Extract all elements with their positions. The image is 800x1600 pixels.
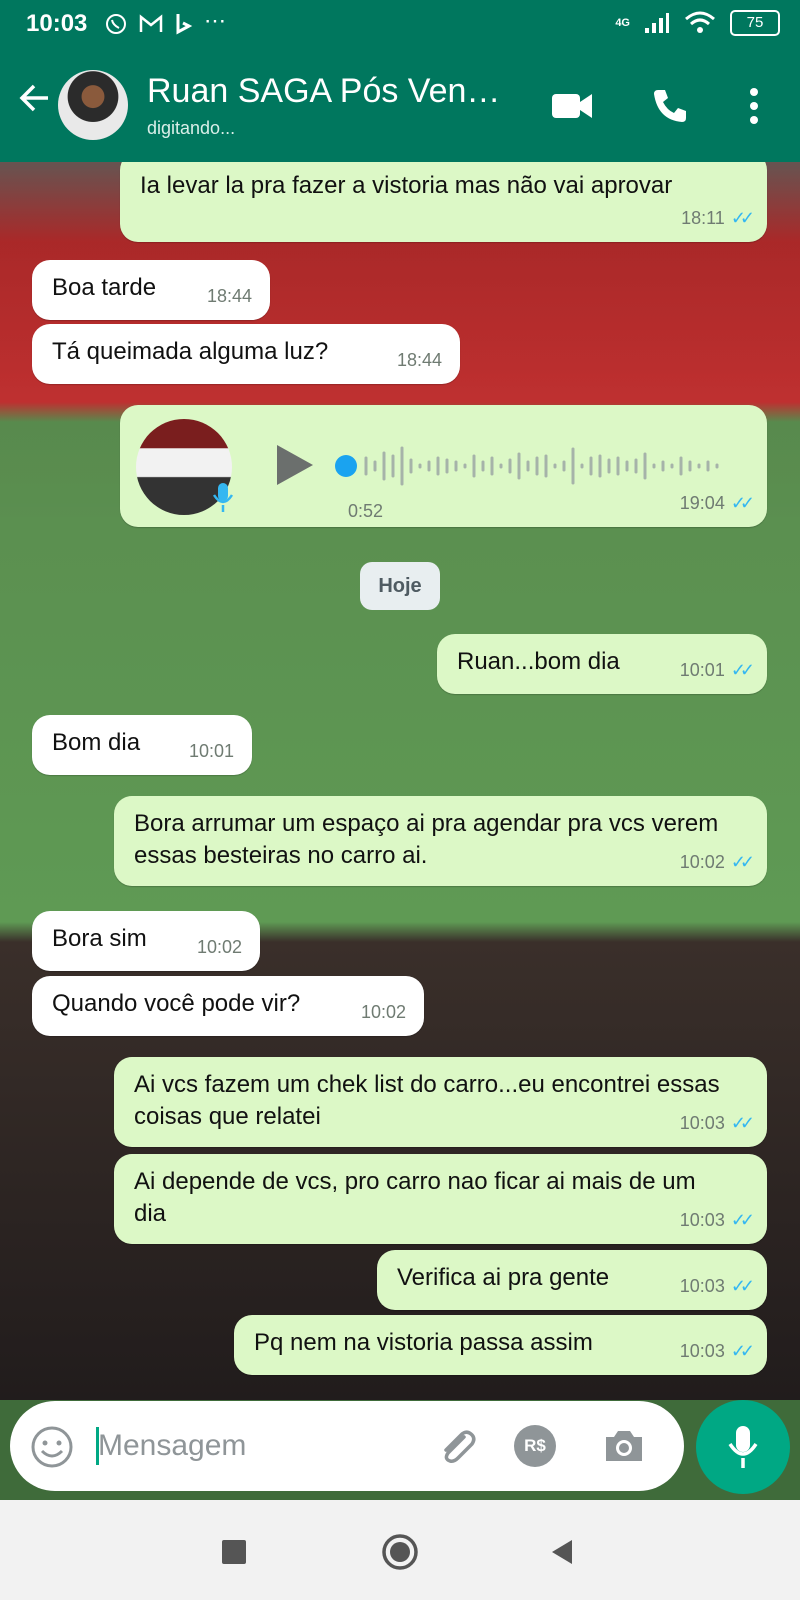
message-text: Tá queimada alguma luz? — [52, 338, 329, 365]
message-bubble[interactable]: Tá queimada alguma luz? 18:44 — [32, 324, 460, 384]
message-bubble[interactable]: Bora arrumar um espaço ai pra agendar pr… — [114, 796, 767, 886]
audio-waveform[interactable] — [362, 443, 732, 489]
message-time: 10:03 — [679, 1210, 725, 1230]
message-text: Pq nem na vistoria passa assim — [254, 1329, 593, 1356]
more-notifications-icon: ⋯ — [204, 8, 226, 33]
video-call-icon[interactable] — [550, 86, 594, 126]
message-time: 18:11 — [681, 208, 725, 228]
stop-icon[interactable] — [222, 1540, 246, 1564]
message-text: Bora sim — [52, 925, 147, 952]
voice-message-bubble[interactable]: 0:52 19:04 ✓✓ — [120, 405, 767, 527]
camera-icon[interactable] — [602, 1425, 646, 1465]
message-time: 10:02 — [196, 937, 242, 957]
message-time: 10:03 — [679, 1341, 725, 1361]
avatar[interactable] — [58, 70, 128, 140]
voice-duration: 0:52 — [348, 501, 384, 521]
system-nav-bar — [0, 1500, 800, 1600]
notification-icons: ⋯ — [104, 8, 226, 36]
message-input[interactable]: Mensagem — [98, 1429, 246, 1463]
status-right: 4G 75 — [615, 10, 780, 36]
whatsapp-notification-icon — [106, 14, 126, 34]
read-ticks-icon: ✓✓ — [730, 493, 755, 513]
back-nav-icon[interactable] — [550, 1538, 574, 1566]
message-time: 19:04 — [679, 493, 725, 513]
status-bar: 10:03 ⋯ 4G 75 — [0, 0, 800, 52]
attach-icon[interactable] — [434, 1425, 478, 1469]
message-bubble[interactable]: Boa tarde 18:44 — [32, 260, 270, 320]
read-ticks-icon: ✓✓ — [730, 1341, 755, 1361]
payment-label: R$ — [524, 1436, 546, 1455]
read-ticks-icon: ✓✓ — [730, 1113, 755, 1133]
message-bubble[interactable]: Ai depende de vcs, pro carro nao ficar a… — [114, 1154, 767, 1244]
message-bubble[interactable]: Ruan...bom dia 10:01 ✓✓ — [437, 634, 767, 694]
mic-icon — [728, 1426, 758, 1468]
message-text: Bom dia — [52, 729, 141, 756]
message-time: 10:03 — [679, 1113, 725, 1133]
play-icon[interactable] — [275, 443, 315, 487]
message-bubble[interactable]: Verifica ai pra gente 10:03 ✓✓ — [377, 1250, 767, 1310]
message-time: 10:02 — [360, 1002, 406, 1022]
chat-header: Ruan SAGA Pós Ven… digitando... — [0, 52, 800, 162]
contact-name[interactable]: Ruan SAGA Pós Ven… — [147, 72, 500, 111]
status-time: 10:03 — [26, 10, 88, 37]
message-text: Ai depende de vcs, pro carro nao ficar a… — [134, 1168, 696, 1227]
phone-icon[interactable] — [650, 86, 690, 126]
message-text: Ruan...bom dia — [457, 648, 620, 675]
message-bubble[interactable]: Bom dia 10:01 — [32, 715, 252, 775]
network-label: 4G — [615, 17, 630, 29]
message-bubble[interactable]: Ai vcs fazem um chek list do carro...eu … — [114, 1057, 767, 1147]
gmail-notification-icon — [139, 14, 163, 32]
bing-notification-icon — [176, 14, 193, 35]
message-bubble[interactable]: Ia levar la pra fazer a vistoria mas não… — [120, 162, 767, 242]
message-bubble[interactable]: Bora sim 10:02 — [32, 911, 260, 971]
message-text: Bora arrumar um espaço ai pra agendar pr… — [134, 810, 719, 869]
chat-area[interactable]: Ia levar la pra fazer a vistoria mas não… — [0, 162, 800, 1400]
message-text: Quando você pode vir? — [52, 990, 301, 1017]
wifi-icon — [685, 11, 715, 33]
message-time: 18:44 — [206, 286, 252, 306]
message-text: Ia levar la pra fazer a vistoria mas não… — [140, 172, 673, 199]
emoji-icon[interactable] — [30, 1425, 74, 1469]
home-icon[interactable] — [380, 1532, 420, 1572]
message-text: Ai vcs fazem um chek list do carro...eu … — [134, 1071, 720, 1130]
message-bubble[interactable]: Pq nem na vistoria passa assim 10:03 ✓✓ — [234, 1315, 767, 1375]
message-time: 10:03 — [679, 1276, 725, 1296]
read-ticks-icon: ✓✓ — [730, 660, 755, 680]
message-time: 10:02 — [679, 852, 725, 872]
message-bubble[interactable]: Quando você pode vir? 10:02 — [32, 976, 424, 1036]
typing-status: digitando... — [147, 118, 236, 138]
read-ticks-icon: ✓✓ — [730, 1210, 755, 1230]
message-composer[interactable]: Mensagem R$ — [10, 1401, 684, 1491]
read-ticks-icon: ✓✓ — [730, 852, 755, 872]
message-text: Verifica ai pra gente — [397, 1264, 610, 1291]
read-ticks-icon: ✓✓ — [730, 208, 755, 228]
mic-icon — [212, 483, 234, 512]
back-arrow-icon[interactable] — [16, 80, 52, 116]
audio-progress-dot[interactable] — [335, 455, 357, 477]
message-time: 18:44 — [396, 350, 442, 370]
message-time: 10:01 — [679, 660, 725, 680]
more-vert-icon[interactable] — [748, 86, 760, 126]
day-separator: Hoje — [360, 562, 440, 610]
message-time: 10:01 — [188, 741, 234, 761]
battery-indicator: 75 — [730, 10, 780, 36]
voice-record-button[interactable] — [696, 1400, 790, 1494]
payment-icon[interactable]: R$ — [514, 1425, 556, 1467]
signal-icon — [645, 13, 669, 33]
read-ticks-icon: ✓✓ — [730, 1276, 755, 1296]
message-text: Boa tarde — [52, 274, 157, 301]
